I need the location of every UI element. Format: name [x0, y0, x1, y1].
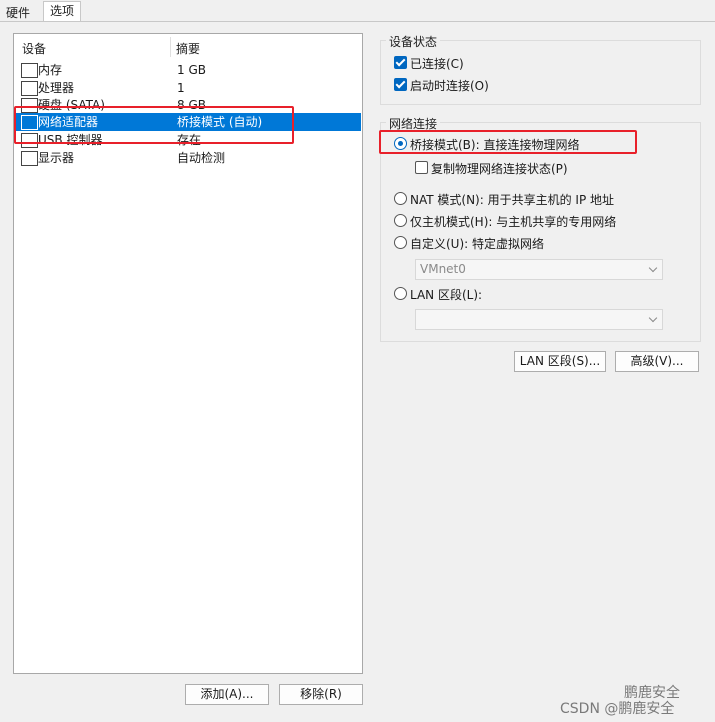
- device-row-display[interactable]: 显示器 自动检测: [15, 149, 361, 167]
- connect-at-power-on-label[interactable]: 启动时连接(O): [410, 77, 489, 94]
- lan-segment-select[interactable]: [415, 309, 663, 330]
- device-row-usb-controller[interactable]: USB 控制器 存在: [15, 131, 361, 149]
- host-only-label[interactable]: 仅主机模式(H): 与主机共享的专用网络: [410, 213, 616, 230]
- device-row-processor[interactable]: 处理器 1: [15, 79, 361, 97]
- replicate-state-label[interactable]: 复制物理网络连接状态(P): [431, 160, 568, 177]
- device-summary: 桥接模式 (自动): [177, 115, 263, 129]
- connected-label[interactable]: 已连接(C): [410, 55, 464, 72]
- connected-checkbox[interactable]: [394, 56, 407, 69]
- replicate-state-checkbox[interactable]: [415, 161, 428, 174]
- chevron-down-icon: [648, 263, 658, 273]
- watermark-csdn: CSDN @鹏鹿安全: [560, 701, 675, 717]
- device-summary: 8 GB: [177, 98, 206, 112]
- monitor-icon: [21, 151, 38, 166]
- device-name: 内存: [38, 63, 63, 77]
- chevron-down-icon: [648, 313, 658, 323]
- custom-label[interactable]: 自定义(U): 特定虚拟网络: [410, 235, 544, 252]
- device-list[interactable]: 设备 摘要 内存 1 GB 处理器 1 硬盘 (SATA) 8 GB 网络适配器…: [13, 33, 363, 674]
- bridged-radio[interactable]: [394, 137, 407, 150]
- remove-button[interactable]: 移除(R): [279, 684, 363, 705]
- device-row-network-adapter[interactable]: 网络适配器 桥接模式 (自动): [15, 113, 361, 131]
- device-name: 硬盘 (SATA): [38, 98, 105, 112]
- device-row-hard-disk[interactable]: 硬盘 (SATA) 8 GB: [15, 96, 361, 114]
- device-name: 处理器: [38, 81, 75, 95]
- device-name: 显示器: [38, 151, 75, 165]
- lan-segment-label[interactable]: LAN 区段(L):: [410, 286, 482, 303]
- nat-label[interactable]: NAT 模式(N): 用于共享主机的 IP 地址: [410, 191, 614, 208]
- usb-icon: [21, 133, 38, 148]
- device-row-memory[interactable]: 内存 1 GB: [15, 61, 361, 79]
- device-summary: 自动检测: [177, 151, 226, 165]
- custom-network-value: VMnet0: [420, 262, 466, 276]
- bridged-label[interactable]: 桥接模式(B): 直接连接物理网络: [410, 136, 579, 153]
- tab-strip: 硬件 选项: [0, 0, 715, 22]
- device-summary: 存在: [177, 133, 202, 147]
- lan-segments-button[interactable]: LAN 区段(S)...: [514, 351, 606, 372]
- nat-radio[interactable]: [394, 192, 407, 205]
- add-button[interactable]: 添加(A)...: [185, 684, 269, 705]
- network-adapter-icon: [21, 115, 38, 130]
- memory-icon: [21, 63, 38, 78]
- advanced-button[interactable]: 高级(V)...: [615, 351, 699, 372]
- connect-at-power-on-checkbox[interactable]: [394, 78, 407, 91]
- host-only-radio[interactable]: [394, 214, 407, 227]
- device-summary: 1: [177, 81, 185, 95]
- device-name: 网络适配器: [38, 115, 99, 129]
- hard-disk-icon: [21, 98, 38, 113]
- lan-segment-radio[interactable]: [394, 287, 407, 300]
- device-summary: 1 GB: [177, 63, 206, 77]
- column-separator[interactable]: [170, 37, 171, 57]
- column-header-device[interactable]: 设备: [22, 40, 46, 57]
- custom-network-select[interactable]: VMnet0: [415, 259, 663, 280]
- column-header-summary[interactable]: 摘要: [176, 40, 200, 57]
- tab-options[interactable]: 选项: [43, 1, 82, 22]
- device-name: USB 控制器: [38, 133, 103, 147]
- cpu-icon: [21, 81, 38, 96]
- network-connection-title: 网络连接: [386, 115, 441, 132]
- device-list-header: 设备 摘要: [14, 34, 362, 60]
- device-status-title: 设备状态: [386, 33, 441, 50]
- custom-radio[interactable]: [394, 236, 407, 249]
